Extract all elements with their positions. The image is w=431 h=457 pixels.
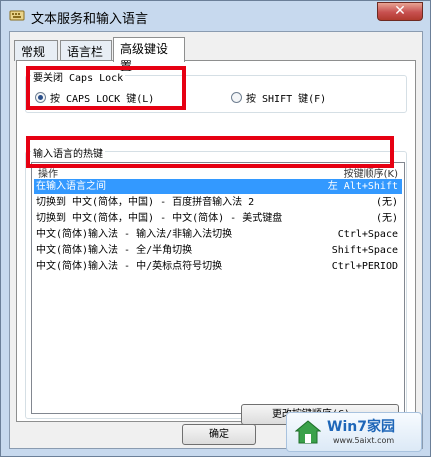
tab-general[interactable]: 常规 bbox=[14, 40, 58, 61]
tab-panel: 要关闭 Caps Lock 按 CAPS LOCK 键(L) 按 SHIFT 键… bbox=[16, 60, 416, 425]
watermark-title: Win7家园 bbox=[327, 419, 395, 435]
shift-radio[interactable] bbox=[231, 92, 242, 103]
language-switch-highlight-box bbox=[26, 136, 394, 168]
hotkey-list[interactable]: 操作 按键顺序(K) 在输入语言之间左 Alt+Shift 切换到 中文(简体，… bbox=[31, 162, 405, 414]
window-title: 文本服务和输入语言 bbox=[31, 12, 149, 27]
list-item[interactable]: 中文(简体)输入法 - 全/半角切换 Shift+Space bbox=[34, 243, 402, 258]
shift-option-label[interactable]: 按 SHIFT 键(F) bbox=[246, 90, 326, 105]
house-logo-icon bbox=[295, 420, 321, 444]
keyboard-settings-icon bbox=[9, 10, 25, 21]
close-button[interactable]: ✕ bbox=[377, 2, 423, 21]
list-item[interactable]: 切换到 中文(简体，中国) - 百度拼音输入法 2 (无) bbox=[34, 195, 402, 210]
list-item[interactable]: 中文(简体)输入法 - 中/英标点符号切换 Ctrl+PERIOD bbox=[34, 259, 402, 274]
list-item[interactable]: 中文(简体)输入法 - 输入法/非输入法切换 Ctrl+Space bbox=[34, 227, 402, 242]
watermark-badge: Win7家园 www.5aixt.com bbox=[286, 412, 422, 452]
caps-lock-highlight-box bbox=[26, 66, 186, 110]
watermark-url: www.5aixt.com bbox=[333, 436, 395, 445]
list-item[interactable]: 切换到 中文(简体，中国) - 中文(简体) - 美式键盘 (无) bbox=[34, 211, 402, 226]
tab-advanced-key-settings[interactable]: 高级键设置 bbox=[113, 37, 185, 73]
list-item[interactable]: 在输入语言之间左 Alt+Shift bbox=[34, 179, 402, 194]
tab-language-bar[interactable]: 语言栏 bbox=[60, 40, 112, 61]
title-bar[interactable]: 文本服务和输入语言 ✕ bbox=[1, 1, 430, 31]
ok-button[interactable]: 确定 bbox=[182, 424, 256, 445]
